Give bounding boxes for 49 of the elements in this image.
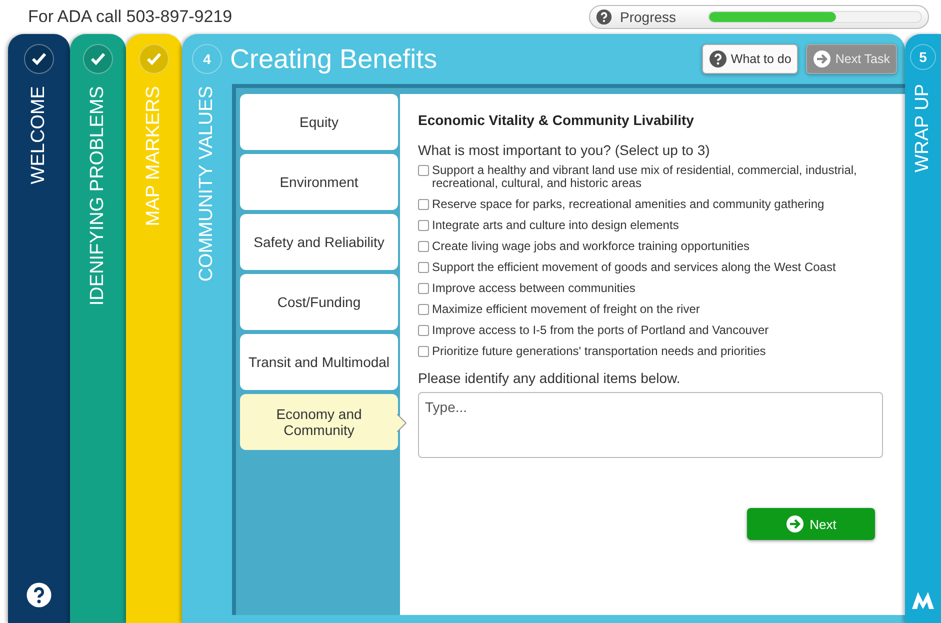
category-tab[interactable]: Transit and Multimodal (240, 334, 398, 390)
stage-label: IDENIFYING PROBLEMS (87, 86, 109, 306)
category-tab[interactable]: Cost/Funding (240, 274, 398, 330)
checkbox[interactable] (418, 199, 429, 210)
panel-title: Creating Benefits (230, 44, 438, 74)
stage-number: 4 (192, 44, 222, 74)
category-tab[interactable]: Safety and Reliability (240, 214, 398, 270)
stage-label: WRAP UP (912, 84, 934, 172)
checkbox[interactable] (418, 283, 429, 294)
checkbox[interactable] (418, 262, 429, 273)
help-icon (596, 9, 612, 25)
checkbox[interactable] (418, 346, 429, 357)
stage-number: 5 (910, 44, 936, 70)
option-checkbox[interactable]: Integrate arts and culture into design elements (418, 219, 893, 232)
arrow-right-icon (786, 515, 804, 533)
checkbox[interactable] (418, 220, 429, 231)
option-checkbox[interactable]: Improve access between communities (418, 282, 893, 295)
question-text: What is most important to you? (Select up to 3) (418, 142, 711, 158)
option-checkbox[interactable]: Maximize efficient movement of freight on the river (418, 303, 893, 316)
arrow-right-icon (813, 50, 832, 68)
progress-label: Progress (620, 9, 678, 25)
check-icon (91, 53, 105, 65)
check-icon (32, 53, 46, 65)
option-checkbox[interactable]: Create living wage jobs and workforce training opportunities (418, 240, 893, 253)
option-checkbox[interactable]: Reserve space for parks, recreational amenities and community gathering (418, 198, 893, 211)
what-to-do-button[interactable]: What to do (702, 44, 798, 74)
stage-column[interactable]: WELCOME (8, 34, 70, 623)
checkbox[interactable] (418, 304, 429, 315)
stage-label: MAP MARKERS (143, 86, 165, 226)
section-heading: Economic Vitality & Community Livability (418, 112, 695, 128)
check-icon (147, 53, 161, 65)
ada-notice: For ADA call 503-897-9219 (28, 7, 232, 27)
checkbox[interactable] (418, 325, 429, 336)
next-button[interactable]: Next (747, 508, 875, 540)
option-checkbox[interactable]: Prioritize future generations' transportation needs and priorities (418, 345, 893, 358)
category-tab[interactable]: Environment (240, 154, 398, 210)
option-checkbox[interactable]: Support a healthy and vibrant land use mix of residential, commercial, industrial, recreational, cultural, and historic areas (418, 164, 893, 190)
prompt-text: Please identify any additional items below. (418, 370, 682, 386)
input-field[interactable]: Type... (418, 392, 883, 458)
stage-label: COMMUNITY VALUES (196, 86, 218, 282)
checkbox[interactable] (418, 165, 429, 176)
category-tab[interactable]: Equity (240, 94, 398, 150)
option-checkbox[interactable]: Support the efficient movement of goods and services along the West Coast (418, 261, 893, 274)
help-icon (26, 582, 52, 608)
help-icon (708, 50, 727, 68)
checkbox[interactable] (418, 241, 429, 252)
pointer-icon (397, 414, 407, 432)
option-checkbox[interactable]: Improve access to I-5 from the ports of Portland and Vancouver (418, 324, 893, 337)
stage-label: WELCOME (28, 86, 50, 184)
